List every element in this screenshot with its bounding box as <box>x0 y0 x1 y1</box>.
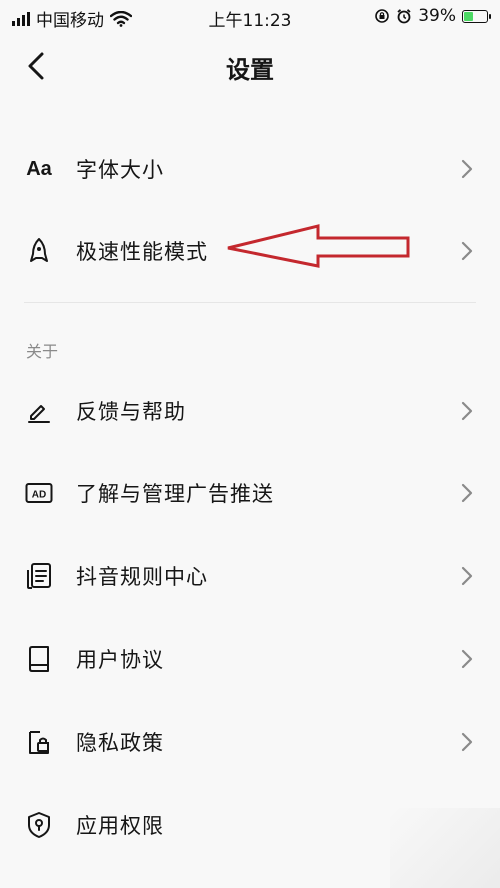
rocket-icon <box>24 236 54 266</box>
settings-row-privacy-policy[interactable]: 隐私政策 <box>0 709 500 773</box>
row-label: 极速性能模式 <box>76 240 208 264</box>
status-right: 39% <box>374 6 491 26</box>
row-label: 字体大小 <box>76 158 164 182</box>
section-divider <box>24 302 476 303</box>
settings-row-rules-center[interactable]: 抖音规则中心 <box>0 543 500 607</box>
chevron-right-icon <box>461 483 473 503</box>
row-label: 了解与管理广告推送 <box>76 482 274 506</box>
chevron-right-icon <box>461 159 473 179</box>
settings-row-font-size[interactable]: Aa 字体大小 <box>0 136 500 200</box>
shield-icon <box>24 810 54 840</box>
section-header-about: 关于 <box>26 342 59 361</box>
settings-row-speed-mode[interactable]: 极速性能模式 <box>0 218 500 282</box>
chevron-right-icon <box>461 241 473 261</box>
book-icon <box>24 644 54 674</box>
pen-icon <box>24 396 54 426</box>
status-bar: 中国移动 上午11:23 39% <box>0 0 500 34</box>
document-icon <box>24 561 54 591</box>
ad-icon: AD <box>24 478 54 508</box>
settings-row-ad-management[interactable]: AD 了解与管理广告推送 <box>0 460 500 524</box>
row-label: 应用权限 <box>76 814 164 838</box>
battery-percent: 39% <box>418 6 456 26</box>
chevron-right-icon <box>461 732 473 752</box>
row-label: 隐私政策 <box>76 731 164 755</box>
chevron-right-icon <box>461 649 473 669</box>
chevron-right-icon <box>461 566 473 586</box>
row-label: 反馈与帮助 <box>76 400 186 424</box>
battery-fill <box>464 11 474 21</box>
nav-bar: 设置 <box>0 34 500 98</box>
battery-icon <box>462 9 491 23</box>
row-label: 抖音规则中心 <box>76 565 208 589</box>
alarm-icon <box>397 9 411 24</box>
settings-row-feedback[interactable]: 反馈与帮助 <box>0 378 500 442</box>
chevron-right-icon <box>461 401 473 421</box>
watermark <box>390 808 500 888</box>
page-title: 设置 <box>226 56 274 84</box>
font-size-icon: Aa <box>26 157 52 180</box>
orientation-lock-icon <box>375 9 390 23</box>
svg-text:AD: AD <box>32 490 46 501</box>
row-label: 用户协议 <box>76 648 164 672</box>
lock-icon <box>24 727 54 757</box>
settings-row-user-agreement[interactable]: 用户协议 <box>0 626 500 690</box>
